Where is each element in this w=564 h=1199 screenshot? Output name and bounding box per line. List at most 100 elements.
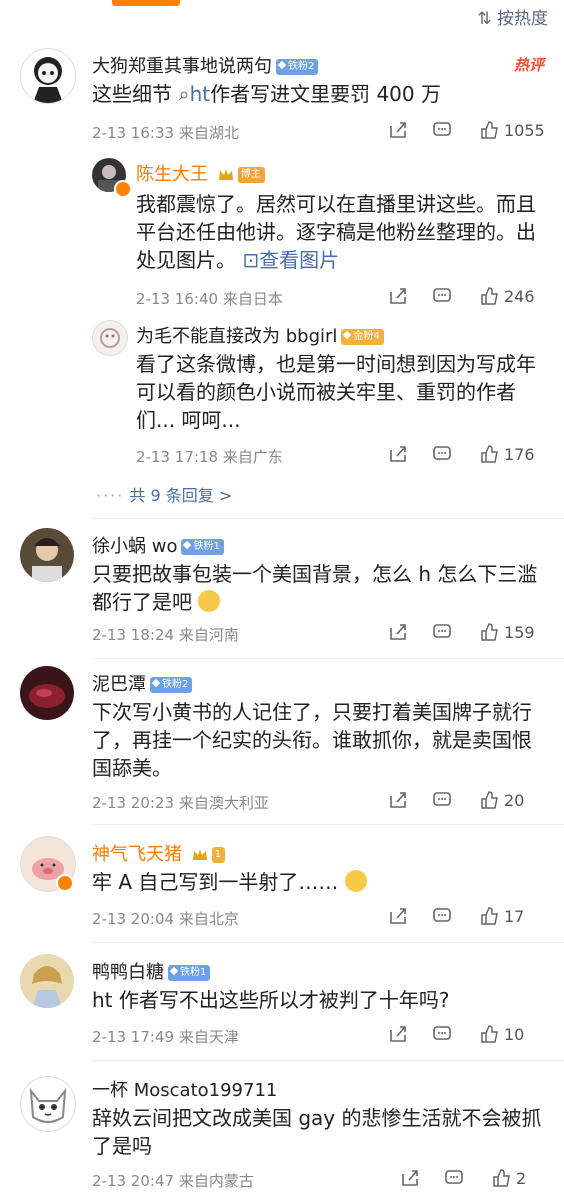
share-button[interactable] bbox=[400, 1168, 420, 1188]
share-icon bbox=[390, 1026, 406, 1042]
comment-author[interactable]: 一杯 Moscato199711 bbox=[92, 1076, 277, 1102]
reply-button[interactable] bbox=[432, 120, 452, 140]
fan-badge: 铁粉1 bbox=[181, 539, 224, 555]
comment-icon bbox=[433, 122, 451, 136]
like-button[interactable]: 20 bbox=[480, 790, 524, 810]
sort-label: 按热度 bbox=[497, 9, 548, 29]
reply-meta: 2-13 17:18 来自广东 bbox=[136, 448, 283, 466]
sweat-emoji-icon bbox=[198, 590, 221, 612]
hashtag-link[interactable]: ⌕ht bbox=[178, 82, 210, 106]
active-tab-indicator bbox=[112, 0, 180, 6]
comment-actions: 2 bbox=[400, 1168, 548, 1192]
comment-text: 牢 A 自己写到一半射了…… bbox=[92, 868, 542, 896]
share-button[interactable] bbox=[388, 906, 408, 926]
share-icon bbox=[390, 122, 406, 138]
like-count: 1055 bbox=[504, 120, 545, 140]
top-bar: ⇅ 按热度 bbox=[0, 0, 564, 29]
comment-meta: 2-13 20:04 来自北京 bbox=[92, 910, 239, 928]
like-button[interactable]: 159 bbox=[480, 622, 535, 642]
avatar[interactable] bbox=[20, 1076, 76, 1132]
reply-actions: 246 bbox=[388, 286, 548, 310]
reply-button[interactable] bbox=[432, 906, 452, 926]
comment-meta: 2-13 20:47 来自内蒙古 bbox=[92, 1172, 254, 1190]
comment-author[interactable]: 大狗郑重其事地说两句 铁粉2 bbox=[92, 52, 319, 78]
share-button[interactable] bbox=[388, 120, 408, 140]
reply-button[interactable] bbox=[432, 1024, 452, 1044]
like-icon bbox=[493, 1169, 510, 1187]
comment-icon bbox=[433, 288, 451, 302]
avatar[interactable] bbox=[20, 954, 74, 1008]
comment-text: 辞奺云间把文改成美国 gay 的悲惨生活就不会被抓了是吗 bbox=[92, 1106, 542, 1158]
comment-icon bbox=[433, 446, 451, 460]
comment-author[interactable]: 泥巴潭 铁粉2 bbox=[92, 670, 193, 696]
comment-icon bbox=[433, 792, 451, 806]
comment-icon bbox=[433, 1026, 451, 1040]
like-icon bbox=[481, 791, 498, 809]
divider bbox=[92, 824, 564, 825]
share-icon bbox=[390, 446, 406, 462]
comment-location: 来自湖北 bbox=[178, 124, 239, 142]
reply-button[interactable] bbox=[444, 1168, 464, 1188]
reply-button[interactable] bbox=[432, 286, 452, 306]
comment-author[interactable]: 神气飞天猪 1 bbox=[92, 840, 226, 866]
like-icon bbox=[481, 1025, 498, 1043]
reply-button[interactable] bbox=[432, 790, 452, 810]
reply-text: 看了这条微博，也是第一时间想到因为写成年可以看的颜色小说而被关牢里、重罚的作者们… bbox=[136, 352, 536, 432]
like-button[interactable]: 2 bbox=[492, 1168, 526, 1188]
view-image-link[interactable]: ⊡查看图片 bbox=[242, 248, 339, 272]
comment-actions: 1055 bbox=[388, 120, 548, 144]
like-button[interactable]: 176 bbox=[480, 444, 535, 464]
share-button[interactable] bbox=[388, 286, 408, 306]
divider bbox=[92, 518, 564, 519]
like-icon bbox=[481, 445, 498, 463]
avatar[interactable] bbox=[20, 528, 74, 582]
reply-button[interactable] bbox=[432, 622, 452, 642]
share-button[interactable] bbox=[388, 444, 408, 464]
comment-meta: 2-13 20:23 来自澳大利亚 bbox=[92, 794, 269, 812]
share-button[interactable] bbox=[388, 790, 408, 810]
comment-author[interactable]: 徐小蜗 wo 铁粉1 bbox=[92, 532, 224, 558]
reply-actions: 176 bbox=[388, 444, 548, 468]
shocked-emoji-icon bbox=[344, 870, 367, 892]
search-icon: ⌕ bbox=[178, 82, 190, 106]
more-replies-link[interactable]: ···· 共 9 条回复 > bbox=[96, 482, 232, 506]
like-button[interactable]: 17 bbox=[480, 906, 524, 926]
comment-author[interactable]: 鸭鸭白糖 铁粉1 bbox=[92, 958, 211, 984]
fan-badge: 金粉4 bbox=[341, 329, 384, 345]
sort-icon: ⇅ bbox=[477, 9, 492, 29]
fan-badge: 铁粉2 bbox=[150, 677, 193, 693]
share-icon bbox=[390, 288, 406, 304]
share-icon bbox=[390, 908, 406, 924]
share-button[interactable] bbox=[388, 1024, 408, 1044]
share-icon bbox=[390, 624, 406, 640]
comment-meta: 2-13 16:33 来自湖北 bbox=[92, 122, 239, 143]
hot-comment-tag: 热评 bbox=[513, 56, 544, 74]
comment-text: ht 作者写不出这些所以才被判了十年吗? bbox=[92, 988, 450, 1012]
comment-actions: 20 bbox=[388, 790, 548, 814]
reply-avatar[interactable] bbox=[92, 320, 128, 356]
comment-text: 下次写小黄书的人记住了，只要打着美国牌子就行了，再挂一个纪实的头衔。谁敢抓你，就… bbox=[92, 700, 532, 780]
avatar[interactable] bbox=[20, 666, 74, 720]
like-button[interactable]: 10 bbox=[480, 1024, 524, 1044]
like-icon bbox=[481, 623, 498, 641]
comment-icon bbox=[433, 624, 451, 638]
divider bbox=[92, 658, 564, 659]
verified-badge-icon bbox=[114, 180, 132, 198]
reply-button[interactable] bbox=[432, 444, 452, 464]
like-button[interactable]: 246 bbox=[480, 286, 535, 306]
reply-text: 我都震惊了。居然可以在直播里讲这些。而且平台还任由他讲。逐字稿是他粉丝整理的。出… bbox=[136, 192, 536, 272]
crown-icon bbox=[218, 169, 233, 180]
member-level-badge: 1 bbox=[211, 847, 226, 863]
like-icon bbox=[481, 121, 498, 139]
divider bbox=[92, 942, 564, 943]
reply-author[interactable]: 陈生大王 博主 bbox=[136, 160, 265, 186]
share-button[interactable] bbox=[388, 622, 408, 642]
like-button[interactable]: 1055 bbox=[480, 120, 545, 140]
sort-toggle[interactable]: ⇅ 按热度 bbox=[477, 4, 548, 29]
avatar[interactable] bbox=[20, 48, 76, 104]
fan-badge: 铁粉1 bbox=[168, 965, 211, 981]
comment-actions: 159 bbox=[388, 622, 548, 646]
verified-badge-icon bbox=[56, 874, 74, 892]
blogger-badge: 博主 bbox=[237, 167, 265, 183]
reply-author[interactable]: 为毛不能直接改为 bbgirl 金粉4 bbox=[136, 322, 384, 348]
